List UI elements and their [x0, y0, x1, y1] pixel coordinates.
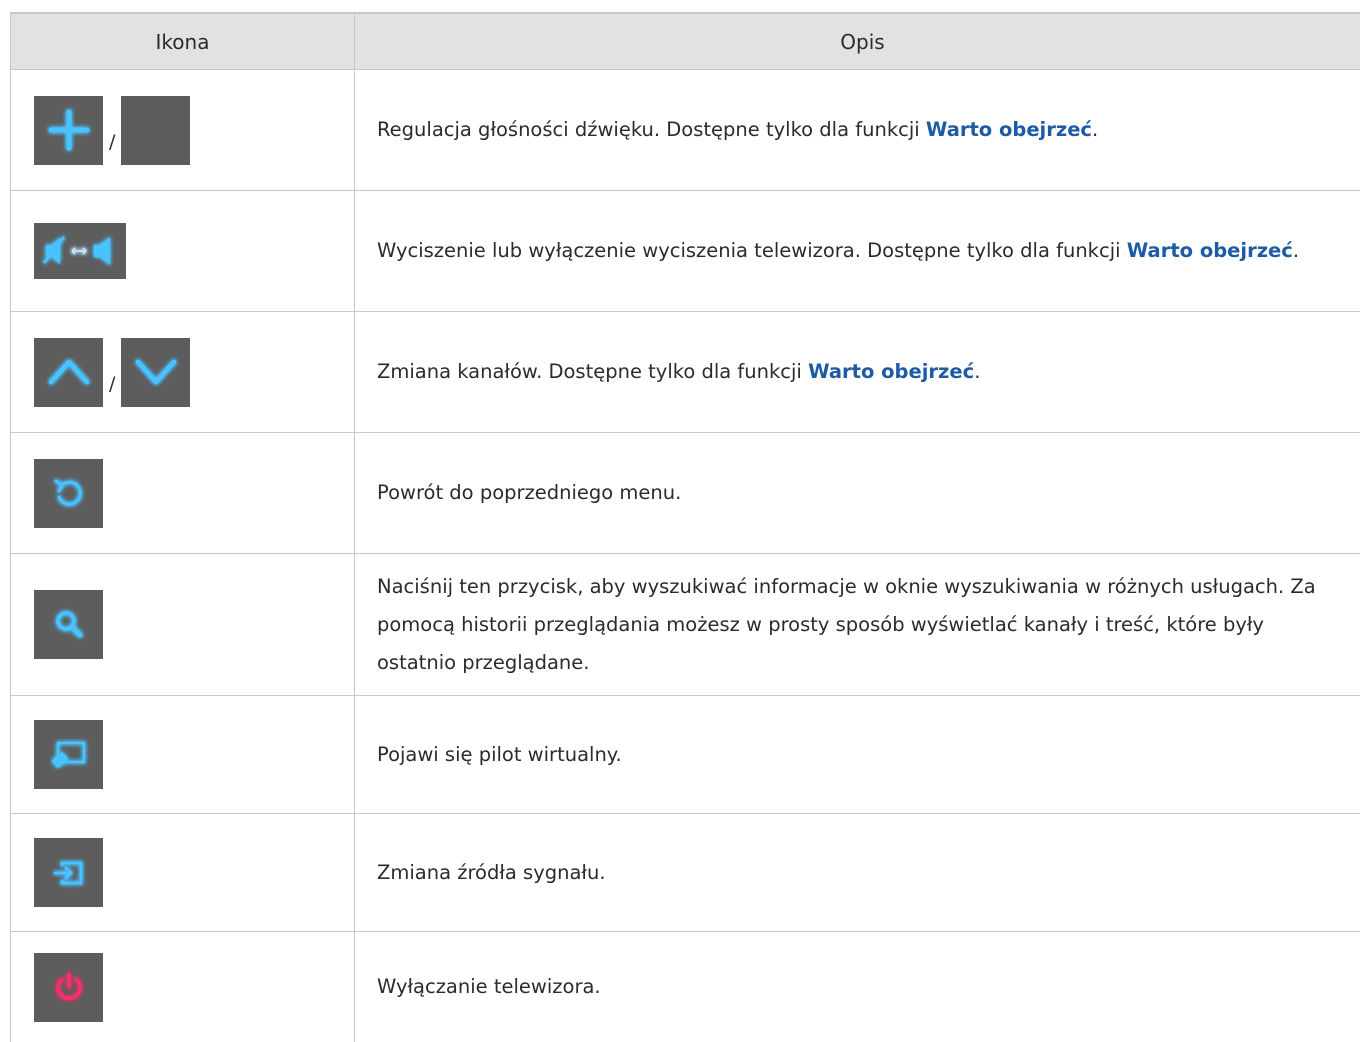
icon-cell: / — [11, 70, 355, 190]
description-text: Naciśnij ten przycisk, aby wyszukiwać in… — [377, 574, 1316, 674]
channel-down-button[interactable] — [121, 337, 191, 407]
header-icon-column: Ikona — [11, 14, 355, 69]
description-cell: Wyłączanie telewizora. — [355, 932, 1360, 1042]
return-button[interactable] — [34, 458, 103, 528]
table-row: Pojawi się pilot wirtualny. — [10, 696, 1360, 814]
mute-toggle-icon — [43, 236, 110, 265]
table-row: Naciśnij ten przycisk, aby wyszukiwać in… — [10, 554, 1360, 696]
icon-cell — [11, 191, 355, 311]
table-row: / Regulacja głośności dźwięku. Dostępne … — [10, 70, 1360, 191]
description-suffix: . — [974, 360, 981, 383]
feature-link[interactable]: Warto obejrzeć — [808, 360, 974, 383]
description-text: Powrót do poprzedniego menu. — [377, 481, 682, 504]
volume-down-button[interactable] — [121, 95, 191, 165]
table-row: Powrót do poprzedniego menu. — [10, 433, 1360, 554]
plus-icon — [48, 109, 89, 151]
chevron-down-icon — [135, 359, 177, 385]
table-row: / Zmiana kanałów. Dostępne tylko dla fun… — [10, 312, 1360, 433]
description-cell: Regulacja głośności dźwięku. Dostępne ty… — [355, 70, 1360, 190]
mute-toggle-button[interactable] — [34, 223, 126, 279]
source-button[interactable] — [34, 838, 103, 907]
power-icon — [56, 972, 81, 1000]
table-row: Wyłączanie telewizora. — [10, 932, 1360, 1042]
description-text: Pojawi się pilot wirtualny. — [377, 742, 622, 766]
description-text: Regulacja głośności dźwięku. Dostępne ty… — [377, 118, 926, 141]
minus-icon — [134, 127, 178, 133]
description-cell: Powrót do poprzedniego menu. — [355, 433, 1360, 553]
description-text: Wyłączanie telewizora. — [377, 975, 601, 998]
description-text: Zmiana źródła sygnału. — [377, 860, 606, 884]
table-row: Zmiana źródła sygnału. — [10, 814, 1360, 932]
virtual-remote-icon — [51, 741, 85, 768]
icon-cell — [11, 814, 355, 931]
search-icon — [55, 610, 82, 637]
description-suffix: . — [1292, 239, 1300, 262]
table-row: Wyciszenie lub wyłączenie wyciszenia tel… — [10, 191, 1360, 312]
description-cell: Zmiana źródła sygnału. — [355, 814, 1360, 931]
description-cell: Wyciszenie lub wyłączenie wyciszenia tel… — [355, 191, 1360, 311]
icon-table: Ikona Opis / Regulacja głośności dźwięku… — [10, 12, 1360, 1042]
icon-cell — [11, 932, 355, 1042]
description-suffix: . — [1092, 118, 1099, 141]
icon-cell: / — [11, 312, 355, 432]
chevron-up-icon — [48, 359, 89, 385]
channel-up-button[interactable] — [34, 337, 103, 407]
power-button[interactable] — [34, 952, 103, 1022]
table-header: Ikona Opis — [10, 14, 1360, 70]
description-text: Wyciszenie lub wyłączenie wyciszenia tel… — [377, 239, 1127, 262]
feature-link[interactable]: Warto obejrzeć — [1127, 239, 1293, 262]
header-desc-column: Opis — [840, 29, 885, 54]
description-text: Zmiana kanałów. Dostępne tylko dla funkc… — [377, 360, 809, 383]
return-icon — [54, 479, 82, 506]
source-icon — [53, 861, 82, 884]
icon-cell — [11, 696, 355, 813]
separator: / — [109, 131, 116, 153]
icon-cell — [11, 554, 355, 695]
feature-link[interactable]: Warto obejrzeć — [926, 118, 1092, 141]
virtual-remote-button[interactable] — [34, 720, 103, 789]
description-cell: Pojawi się pilot wirtualny. — [355, 696, 1360, 813]
description-cell: Zmiana kanałów. Dostępne tylko dla funkc… — [355, 312, 1360, 432]
icon-cell — [11, 433, 355, 553]
volume-up-button[interactable] — [34, 95, 103, 165]
separator: / — [109, 373, 116, 395]
search-button[interactable] — [34, 590, 103, 659]
description-cell: Naciśnij ten przycisk, aby wyszukiwać in… — [355, 554, 1360, 695]
